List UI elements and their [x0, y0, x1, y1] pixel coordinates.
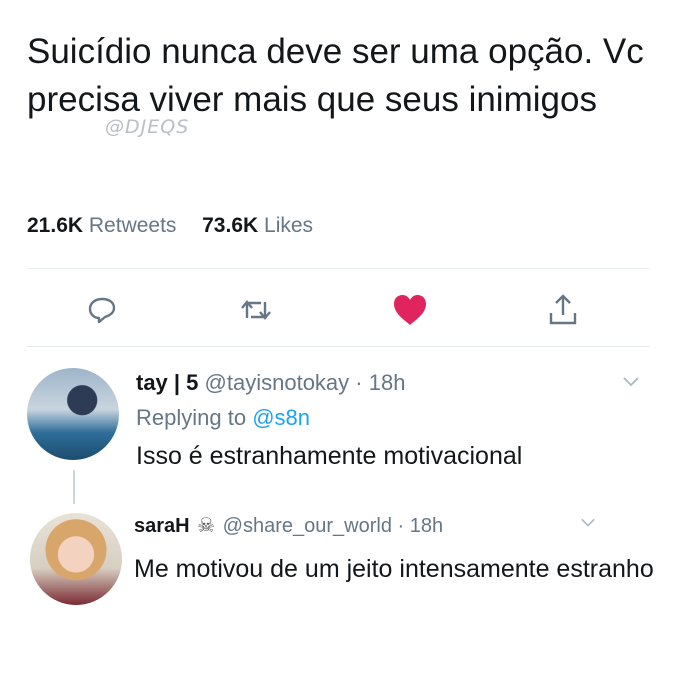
retweets-label[interactable]: Retweets: [89, 214, 177, 237]
retweet-button[interactable]: [236, 290, 276, 330]
timestamp: · 18h: [397, 515, 444, 537]
chevron-down-icon[interactable]: [622, 372, 640, 390]
reply-button[interactable]: [82, 290, 122, 330]
reply-text: Me motivou de um jeito intensamente estr…: [134, 555, 654, 583]
avatar[interactable]: [27, 368, 119, 460]
replying-handle[interactable]: @s8n: [252, 405, 310, 430]
avatar[interactable]: [30, 513, 122, 605]
timestamp: · 18h: [355, 370, 406, 395]
tweet-stats: 21.6K Retweets 73.6K Likes: [27, 214, 313, 238]
replying-prefix: Replying to: [136, 405, 247, 430]
user-name[interactable]: saraH: [134, 515, 190, 537]
likes-label[interactable]: Likes: [264, 214, 313, 237]
reply-meta: saraH ☠ @share_our_world · 18h: [134, 513, 443, 538]
action-bar: [0, 280, 680, 336]
reply-meta: tay | 5 @tayisnotokay · 18h: [136, 370, 405, 396]
chevron-down-icon[interactable]: [580, 514, 596, 530]
reply-text: Isso é estranhamente motivacional: [136, 442, 523, 470]
share-button[interactable]: [543, 290, 583, 330]
retweets-count[interactable]: 21.6K: [27, 214, 83, 237]
watermark: @DJEQS: [105, 116, 190, 138]
divider: [27, 346, 650, 347]
user-handle[interactable]: @share_our_world: [223, 515, 392, 537]
share-icon: [549, 294, 577, 325]
skull-icon: ☠: [197, 515, 216, 537]
user-handle[interactable]: @tayisnotokay: [205, 370, 350, 395]
reply-icon: [88, 297, 116, 324]
divider: [27, 268, 650, 269]
retweet-icon: [241, 300, 271, 320]
thread-line: [73, 470, 75, 504]
likes-count[interactable]: 73.6K: [202, 214, 258, 237]
heart-icon: [394, 295, 426, 325]
like-button[interactable]: [390, 290, 430, 330]
user-name[interactable]: tay | 5: [136, 370, 198, 395]
tweet-text: Suicídio nunca deve ser uma opção. Vc pr…: [27, 32, 644, 119]
replying-to: Replying to @s8n: [136, 405, 310, 431]
